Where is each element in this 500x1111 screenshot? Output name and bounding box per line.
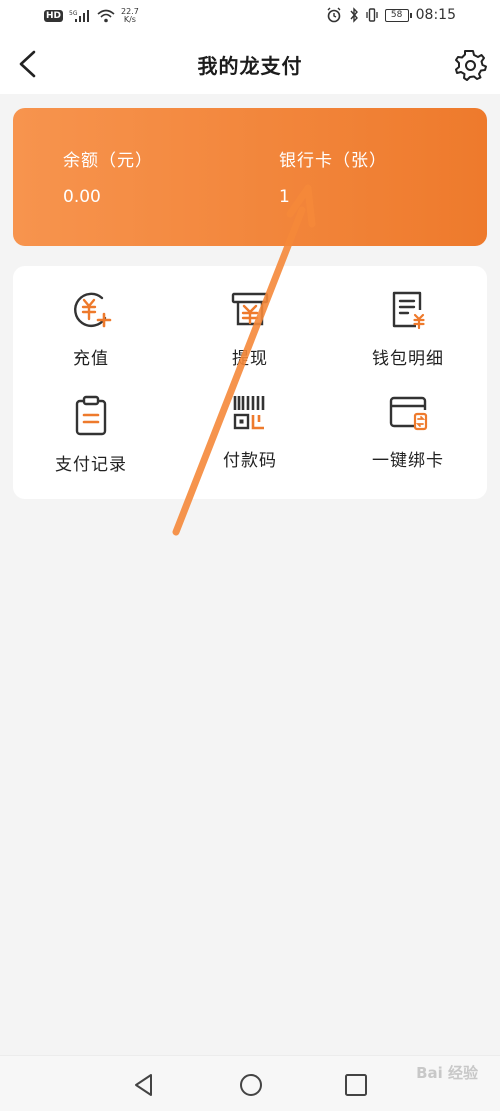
header: 我的龙支付 bbox=[0, 34, 500, 94]
wallet-detail-button[interactable]: 钱包明细 bbox=[333, 288, 483, 369]
bind-card-icon bbox=[389, 396, 428, 431]
page-title: 我的龙支付 bbox=[197, 54, 303, 78]
bank-card-section[interactable]: 银行卡（张） 1 bbox=[279, 146, 387, 207]
balance-label: 余额（元） bbox=[63, 151, 153, 171]
network-speed: 22.7 K/s bbox=[121, 8, 139, 24]
watermark: Bai 经验 bbox=[416, 1064, 478, 1082]
network-speed-unit: K/s bbox=[123, 15, 136, 24]
wallet-detail-label: 钱包明细 bbox=[372, 349, 444, 369]
status-left: HD 5G 22.7 K/s bbox=[44, 8, 139, 24]
payment-code-button[interactable]: 付款码 bbox=[175, 390, 325, 471]
balance-card[interactable]: 余额（元） 0.00 银行卡（张） 1 bbox=[13, 108, 487, 246]
bind-card-button[interactable]: 一键绑卡 bbox=[333, 390, 483, 471]
hd-badge: HD bbox=[44, 10, 64, 22]
nav-back-button[interactable] bbox=[130, 1070, 160, 1100]
payment-code-label: 付款码 bbox=[223, 451, 277, 471]
screen: HD 5G 22.7 K/s 58 08:15 我的龙支付 余额（元） 0.00… bbox=[0, 0, 500, 1111]
balance-value: 0.00 bbox=[63, 187, 101, 207]
gear-icon bbox=[455, 50, 487, 81]
battery-icon: 58 bbox=[384, 8, 412, 22]
signal-icon: 5G bbox=[69, 10, 90, 22]
status-right: 58 08:15 bbox=[326, 7, 456, 23]
nav-home-button[interactable] bbox=[236, 1070, 266, 1100]
withdraw-label: 提现 bbox=[232, 349, 268, 369]
withdraw-button[interactable]: 提现 bbox=[175, 288, 325, 369]
bank-card-label: 银行卡（张） bbox=[279, 151, 387, 171]
vibrate-icon bbox=[365, 8, 378, 22]
top-area: HD 5G 22.7 K/s 58 08:15 我的龙支付 bbox=[0, 0, 500, 94]
bind-card-label: 一键绑卡 bbox=[372, 451, 444, 471]
recharge-label: 充值 bbox=[73, 349, 109, 369]
circle-home-icon bbox=[240, 1074, 262, 1096]
wallet-detail-icon bbox=[392, 291, 425, 330]
recharge-button[interactable]: 充值 bbox=[16, 288, 166, 369]
square-recents-icon bbox=[345, 1074, 367, 1096]
triangle-back-icon bbox=[135, 1074, 152, 1096]
alarm-icon bbox=[327, 7, 341, 23]
nav-recents-button[interactable] bbox=[341, 1070, 371, 1100]
payment-record-button[interactable]: 支付记录 bbox=[16, 394, 166, 475]
barcode-icon bbox=[233, 396, 265, 430]
payment-record-label: 支付记录 bbox=[55, 455, 127, 475]
bank-card-count: 1 bbox=[279, 187, 290, 207]
yuan-plus-icon bbox=[74, 292, 112, 328]
bluetooth-icon bbox=[350, 7, 358, 23]
function-panel: 充值 提现 钱包明细 支付记录 付款码 一键绑卡 bbox=[13, 266, 487, 499]
withdraw-icon bbox=[231, 292, 269, 326]
balance-section[interactable]: 余额（元） 0.00 bbox=[63, 146, 153, 207]
clipboard-icon bbox=[75, 395, 107, 436]
status-bar: HD 5G 22.7 K/s 58 08:15 bbox=[0, 0, 500, 34]
status-time: 08:15 bbox=[415, 7, 456, 23]
svg-text:5G: 5G bbox=[69, 10, 78, 17]
settings-button[interactable] bbox=[452, 46, 488, 82]
wifi-icon bbox=[97, 9, 115, 23]
